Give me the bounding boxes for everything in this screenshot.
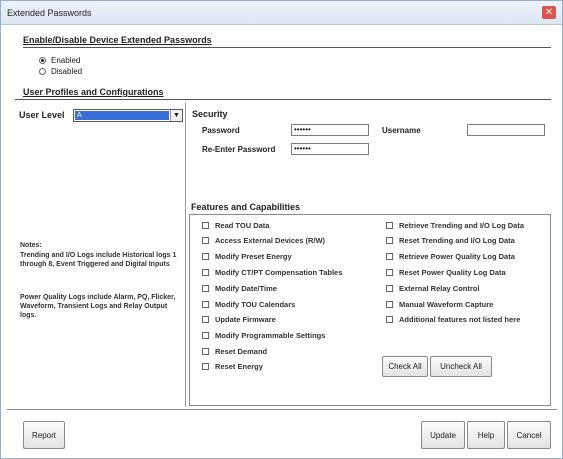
feature-retrieve-trending-io[interactable]: Retrieve Trending and I/O Log Data — [386, 221, 524, 230]
notes-paragraph-2: Power Quality Logs include Alarm, PQ, Fl… — [20, 294, 176, 319]
checkbox[interactable] — [202, 269, 209, 276]
feature-additional-features[interactable]: Additional features not listed here — [386, 315, 520, 324]
feature-label: Reset Power Quality Log Data — [399, 268, 506, 277]
feature-label: Reset Trending and I/O Log Data — [399, 236, 515, 245]
feature-modify-date-time[interactable]: Modify Date/Time — [202, 284, 277, 293]
checkbox[interactable] — [386, 269, 393, 276]
feature-label: Retrieve Power Quality Log Data — [399, 252, 515, 261]
radio-disabled-button[interactable] — [39, 68, 46, 75]
radio-enabled[interactable]: Enabled — [39, 56, 80, 65]
enable-section-divider — [23, 47, 551, 48]
reenter-password-field[interactable]: •••••• — [291, 143, 369, 155]
user-level-value: A — [75, 111, 169, 120]
checkbox[interactable] — [202, 301, 209, 308]
help-button[interactable]: Help — [467, 421, 505, 449]
report-button[interactable]: Report — [23, 421, 65, 449]
feature-label: Reset Energy — [215, 362, 263, 371]
close-icon[interactable]: ✕ — [542, 6, 556, 19]
feature-modify-preset-energy[interactable]: Modify Preset Energy — [202, 252, 292, 261]
feature-reset-energy[interactable]: Reset Energy — [202, 362, 263, 371]
radio-disabled-label: Disabled — [51, 67, 83, 76]
checkbox[interactable] — [386, 316, 393, 323]
features-title: Features and Capabilities — [191, 202, 301, 212]
enable-section-title: Enable/Disable Device Extended Passwords — [23, 35, 212, 45]
checkbox[interactable] — [202, 285, 209, 292]
feature-external-relay-control[interactable]: External Relay Control — [386, 284, 479, 293]
chevron-down-icon[interactable]: ▼ — [170, 110, 182, 121]
checkbox[interactable] — [386, 237, 393, 244]
notes-heading: Notes: — [20, 242, 42, 249]
extended-passwords-window: Extended Passwords ✕ Enable/Disable Devi… — [0, 0, 563, 459]
checkbox[interactable] — [202, 348, 209, 355]
feature-reset-trending-io[interactable]: Reset Trending and I/O Log Data — [386, 236, 515, 245]
profiles-section-divider — [15, 99, 551, 100]
checkbox[interactable] — [386, 285, 393, 292]
feature-label: Modify Date/Time — [215, 284, 277, 293]
feature-access-external-devices[interactable]: Access External Devices (R/W) — [202, 236, 325, 245]
features-panel: Read TOU Data Access External Devices (R… — [189, 214, 551, 406]
feature-manual-waveform-capture[interactable]: Manual Waveform Capture — [386, 300, 493, 309]
feature-label: Modify TOU Calendars — [215, 300, 296, 309]
feature-modify-programmable-settings[interactable]: Modify Programmable Settings — [202, 331, 325, 340]
left-panel-divider — [185, 103, 186, 407]
feature-label: Reset Demand — [215, 347, 268, 356]
reenter-password-label: Re-Enter Password — [202, 145, 276, 154]
uncheck-all-button[interactable]: Uncheck All — [430, 356, 492, 377]
checkbox[interactable] — [202, 332, 209, 339]
checkbox[interactable] — [386, 301, 393, 308]
cancel-button[interactable]: Cancel — [507, 421, 551, 449]
profiles-section-title: User Profiles and Configurations — [23, 87, 164, 97]
feature-label: Modify CT/PT Compensation Tables — [215, 268, 343, 277]
feature-label: Update Firmware — [215, 315, 276, 324]
feature-label: Retrieve Trending and I/O Log Data — [399, 221, 525, 230]
footer-divider — [7, 409, 557, 410]
radio-disabled[interactable]: Disabled — [39, 67, 82, 76]
feature-retrieve-power-quality[interactable]: Retrieve Power Quality Log Data — [386, 252, 515, 261]
username-field[interactable] — [467, 124, 545, 136]
feature-modify-ct-pt-tables[interactable]: Modify CT/PT Compensation Tables — [202, 268, 342, 277]
user-level-select[interactable]: A ▼ — [73, 109, 183, 122]
checkbox[interactable] — [386, 222, 393, 229]
feature-label: Access External Devices (R/W) — [215, 236, 326, 245]
feature-label: Modify Preset Energy — [215, 252, 292, 261]
checkbox[interactable] — [202, 253, 209, 260]
feature-reset-demand[interactable]: Reset Demand — [202, 347, 267, 356]
username-label: Username — [382, 126, 421, 135]
feature-label: External Relay Control — [399, 284, 480, 293]
feature-label: Manual Waveform Capture — [399, 300, 494, 309]
checkbox[interactable] — [202, 363, 209, 370]
feature-modify-tou-calendars[interactable]: Modify TOU Calendars — [202, 300, 295, 309]
title-bar: Extended Passwords ✕ — [1, 1, 562, 25]
feature-label: Modify Programmable Settings — [215, 331, 326, 340]
feature-read-tou-data[interactable]: Read TOU Data — [202, 221, 269, 230]
feature-reset-power-quality[interactable]: Reset Power Quality Log Data — [386, 268, 506, 277]
check-all-button[interactable]: Check All — [382, 356, 428, 377]
notes-paragraph-1: Trending and I/O Logs include Historical… — [20, 252, 177, 268]
password-field[interactable]: •••••• — [291, 124, 369, 136]
update-button[interactable]: Update — [421, 421, 465, 449]
feature-label: Read TOU Data — [215, 221, 270, 230]
checkbox[interactable] — [202, 237, 209, 244]
feature-label: Additional features not listed here — [399, 315, 521, 324]
checkbox[interactable] — [202, 316, 209, 323]
checkbox[interactable] — [202, 222, 209, 229]
feature-update-firmware[interactable]: Update Firmware — [202, 315, 276, 324]
password-label: Password — [202, 126, 240, 135]
user-level-label: User Level — [19, 110, 65, 120]
window-title: Extended Passwords — [7, 8, 92, 18]
checkbox[interactable] — [386, 253, 393, 260]
security-title: Security — [192, 109, 228, 119]
radio-enabled-button[interactable] — [39, 57, 46, 64]
radio-enabled-label: Enabled — [51, 56, 81, 65]
